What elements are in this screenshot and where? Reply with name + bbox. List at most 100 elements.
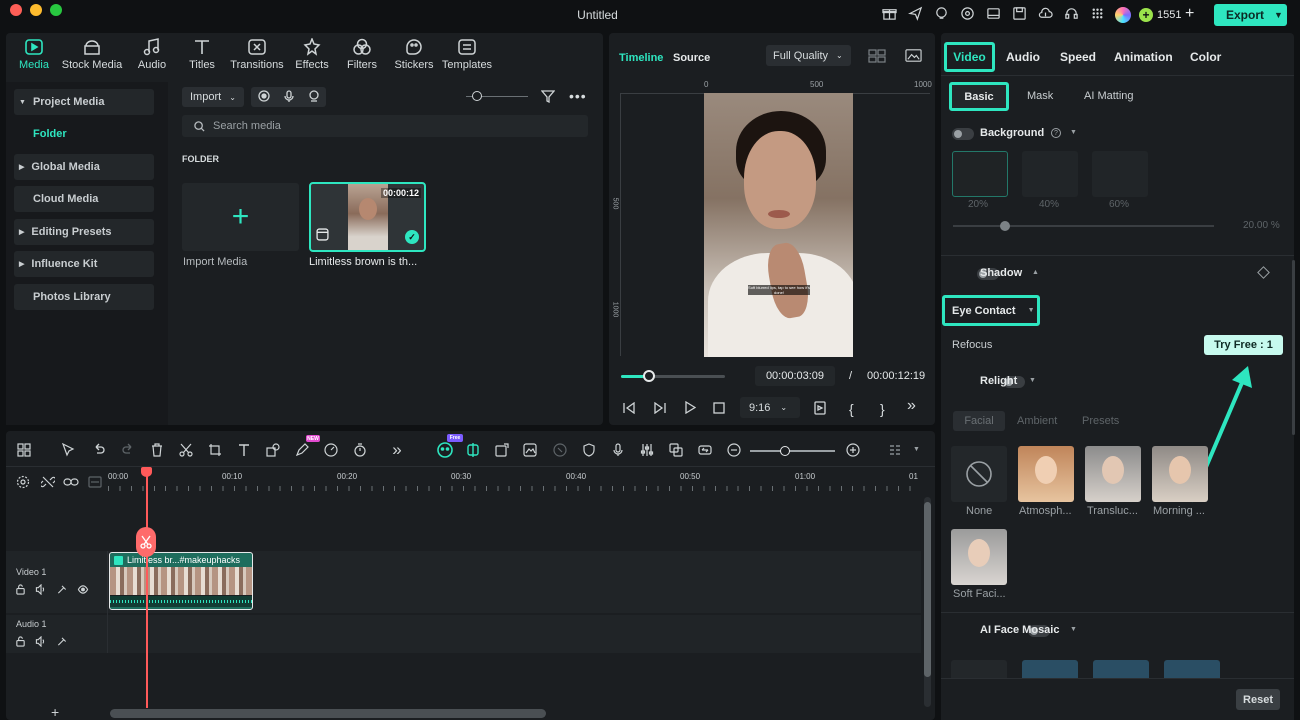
timeline-video-clip[interactable]: Limitless br...#makeuphacks xyxy=(109,552,253,610)
timer-icon[interactable] xyxy=(351,441,369,459)
background-swatch-60[interactable] xyxy=(1092,151,1148,197)
volume-icon[interactable] xyxy=(35,583,47,598)
tab-effects[interactable]: Effects xyxy=(290,38,334,71)
ai-voice-icon[interactable] xyxy=(56,584,68,598)
select-tool-icon[interactable] xyxy=(59,441,77,459)
background-slider[interactable] xyxy=(953,221,1214,231)
lightbulb-icon[interactable] xyxy=(934,6,949,21)
previous-frame-icon[interactable] xyxy=(622,401,636,417)
play-icon[interactable] xyxy=(684,400,697,417)
add-track-plus-icon[interactable]: + xyxy=(51,704,59,720)
tab-transitions[interactable]: Transitions xyxy=(228,38,286,71)
zoom-in-icon[interactable] xyxy=(844,441,862,459)
slider-thumb[interactable] xyxy=(472,91,482,101)
magnet-snap-icon[interactable] xyxy=(464,441,482,459)
tab-source[interactable]: Source xyxy=(673,52,710,64)
speed-icon[interactable] xyxy=(322,441,340,459)
audio-mixer-icon[interactable] xyxy=(638,441,656,459)
close-window-button[interactable] xyxy=(10,4,22,16)
relight-tab-ambient[interactable]: Ambient xyxy=(1017,415,1057,427)
relight-preset-morning[interactable] xyxy=(1152,446,1208,502)
relight-tab-facial[interactable]: Facial xyxy=(953,411,1005,431)
tab-timeline[interactable]: Timeline xyxy=(619,52,663,64)
timeline-settings-icon[interactable] xyxy=(16,475,30,492)
reset-button[interactable]: Reset xyxy=(1236,689,1280,710)
delete-icon[interactable] xyxy=(148,441,166,459)
send-icon[interactable] xyxy=(908,6,923,21)
volume-icon[interactable] xyxy=(35,635,47,650)
tab-speed[interactable]: Speed xyxy=(1060,50,1096,64)
ai-assistant-icon[interactable] xyxy=(960,6,975,21)
subtab-mask[interactable]: Mask xyxy=(1027,90,1053,102)
stabilize-icon[interactable] xyxy=(551,441,569,459)
mosaic-option[interactable] xyxy=(951,660,1007,678)
image-tool-icon[interactable] xyxy=(521,441,539,459)
split-icon[interactable] xyxy=(177,441,195,459)
tab-audio[interactable]: Audio xyxy=(130,38,174,71)
unlink-icon[interactable] xyxy=(39,475,57,492)
redo-icon[interactable] xyxy=(119,441,137,459)
grid-view-icon[interactable] xyxy=(868,49,886,66)
zoom-out-icon[interactable] xyxy=(725,441,743,459)
tab-animation[interactable]: Animation xyxy=(1114,50,1173,64)
link-icon[interactable] xyxy=(63,475,79,492)
grid-apps-icon[interactable] xyxy=(1090,6,1105,21)
tab-audio-props[interactable]: Audio xyxy=(1006,50,1040,64)
timeline-vertical-scrollbar[interactable] xyxy=(924,497,931,707)
fit-timeline-icon[interactable] xyxy=(696,441,714,459)
tab-media[interactable]: Media xyxy=(10,38,58,71)
preview-scrubber[interactable] xyxy=(621,370,725,382)
webcam-icon[interactable] xyxy=(308,89,320,105)
text-tool-icon[interactable] xyxy=(235,441,253,459)
sidebar-item-photos-library[interactable]: Photos Library xyxy=(14,284,154,310)
lock-icon[interactable] xyxy=(15,636,26,650)
add-credits-icon[interactable]: + xyxy=(1185,5,1194,23)
sidebar-item-project-media[interactable]: ▼ Project Media xyxy=(14,89,154,115)
help-icon[interactable]: ? xyxy=(1051,128,1061,138)
snapshot-icon[interactable] xyxy=(905,48,922,66)
sidebar-item-editing-presets[interactable]: ▶ Editing Presets xyxy=(14,219,154,245)
lock-icon[interactable] xyxy=(15,584,26,598)
voiceover-mic-icon[interactable] xyxy=(609,441,627,459)
subtab-basic[interactable]: Basic xyxy=(949,82,1009,111)
eye-icon[interactable] xyxy=(77,584,89,598)
preview-video-frame[interactable]: Soft blurred lips, tap to see how it's d… xyxy=(704,93,853,357)
mark-out-icon[interactable]: } xyxy=(880,401,885,417)
tab-titles[interactable]: Titles xyxy=(180,38,224,71)
cloud-upload-icon[interactable] xyxy=(1038,6,1053,21)
mosaic-option[interactable] xyxy=(1164,660,1220,678)
property-scrollbar[interactable] xyxy=(1292,260,1295,435)
slider-thumb[interactable] xyxy=(780,446,790,456)
caption-track-icon[interactable] xyxy=(88,475,102,492)
more-tools-icon[interactable]: » xyxy=(388,440,406,459)
aspect-ratio-dropdown[interactable]: 9:16 ⌄ xyxy=(740,397,800,418)
tab-stock-media[interactable]: Stock Media xyxy=(58,38,126,71)
caret-down-icon[interactable]: ▼ xyxy=(1070,626,1077,633)
headset-icon[interactable] xyxy=(1064,6,1079,21)
microphone-icon[interactable] xyxy=(283,89,295,105)
ai-copilot-icon[interactable] xyxy=(436,441,454,459)
track-options-icon[interactable] xyxy=(886,441,904,459)
caret-down-icon[interactable]: ▼ xyxy=(1029,377,1036,384)
timeline-zoom-slider[interactable] xyxy=(750,446,835,456)
caret-down-icon[interactable]: ▼ xyxy=(913,446,920,453)
sidebar-item-global-media[interactable]: ▶ Global Media xyxy=(14,154,154,180)
media-clip-thumbnail[interactable]: 00:00:12 ✓ xyxy=(309,182,426,252)
stop-icon[interactable] xyxy=(713,401,725,417)
import-dropdown[interactable]: Import ⌄ xyxy=(182,87,244,107)
user-avatar[interactable] xyxy=(1115,7,1131,23)
pen-tool-icon[interactable] xyxy=(293,441,311,459)
caret-up-icon[interactable]: ▲ xyxy=(1032,269,1039,276)
scrubber-thumb[interactable] xyxy=(643,370,656,382)
tab-color[interactable]: Color xyxy=(1190,50,1221,64)
more-controls-icon[interactable]: » xyxy=(907,397,916,415)
subtab-ai-matting[interactable]: AI Matting xyxy=(1084,90,1134,102)
maximize-window-button[interactable] xyxy=(50,4,62,16)
layout-icon[interactable] xyxy=(986,6,1001,21)
tab-stickers[interactable]: Stickers xyxy=(390,38,438,71)
relight-preset-none[interactable] xyxy=(951,446,1007,502)
more-options-icon[interactable]: ••• xyxy=(569,88,587,104)
zoom-slider[interactable] xyxy=(466,91,528,101)
try-free-button[interactable]: Try Free : 1 xyxy=(1204,335,1283,355)
save-icon[interactable] xyxy=(1012,6,1027,21)
